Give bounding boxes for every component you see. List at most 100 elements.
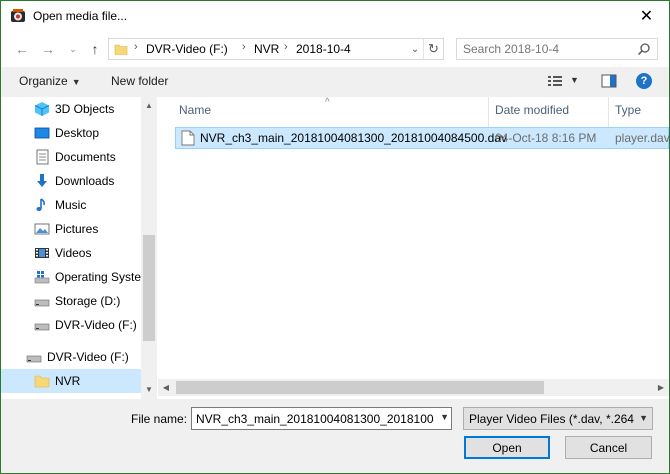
sidebar-item-dvr-video-f-root[interactable]: DVR-Video (F:) — [1, 345, 141, 369]
file-date-modified: 04-Oct-18 8:16 PM — [495, 131, 597, 145]
search-icon — [637, 43, 650, 56]
sidebar-item-label: Videos — [55, 246, 92, 260]
drive-icon — [26, 355, 42, 363]
column-divider[interactable] — [608, 97, 609, 127]
dialog-footer: File name: NVR_ch3_main_20181004081300_2… — [1, 399, 669, 473]
breadcrumb-separator-icon: › — [134, 41, 138, 53]
file-icon — [181, 130, 195, 146]
organize-button[interactable]: Organize ▼ — [19, 74, 81, 88]
chevron-down-icon: ⌄ — [410, 43, 420, 55]
window-title: Open media file... — [33, 9, 128, 23]
sidebar-item-operating-system[interactable]: Operating System — [1, 265, 151, 289]
recent-locations-button[interactable]: ⌄ — [64, 39, 82, 59]
sidebar-item-nvr[interactable]: NVR — [1, 369, 141, 393]
address-bar[interactable]: › DVR-Video (F:) › NVR › 2018-10-4 ⌄ ↻ — [108, 38, 444, 60]
sidebar-item-label: DVR-Video (F:) — [55, 318, 137, 332]
file-list-scrollbar[interactable]: ◀ ▶ — [158, 379, 669, 396]
sidebar-item-label: Operating System — [55, 270, 152, 284]
refresh-icon: ↻ — [428, 41, 439, 56]
sidebar-item-music[interactable]: Music — [1, 193, 141, 217]
breadcrumb-separator-icon: › — [242, 41, 246, 53]
desktop-icon — [34, 127, 50, 139]
sort-ascending-icon: ^ — [325, 97, 330, 108]
cancel-button[interactable]: Cancel — [565, 436, 652, 459]
file-type-value: Player Video Files (*.dav, *.264 , *.h26… — [469, 412, 637, 426]
forward-arrow-icon: → — [41, 41, 55, 57]
sidebar-scrollbar[interactable]: ▲ ▼ — [141, 97, 157, 399]
videos-icon — [35, 248, 49, 258]
sidebar-item-documents[interactable]: Documents — [1, 145, 141, 169]
file-name-value: NVR_ch3_main_20181004081300_201810040845… — [196, 412, 434, 426]
up-button[interactable]: ↑ — [86, 39, 104, 59]
refresh-button[interactable]: ↻ — [423, 39, 443, 59]
scroll-up-icon[interactable]: ▲ — [141, 97, 157, 113]
help-icon[interactable]: ? — [636, 73, 652, 89]
file-name-field[interactable]: NVR_ch3_main_20181004081300_201810040845… — [191, 407, 452, 430]
sidebar-item-videos[interactable]: Videos — [1, 241, 141, 265]
file-type: player.dav — [615, 131, 669, 145]
scroll-down-icon[interactable]: ▼ — [141, 381, 157, 397]
chevron-down-icon[interactable]: ▼ — [440, 412, 449, 422]
file-name-label: File name: — [131, 412, 188, 426]
back-arrow-icon: ← — [15, 41, 29, 57]
sidebar-item-pictures[interactable]: Pictures — [1, 217, 141, 241]
column-header-date-modified[interactable]: Date modified — [495, 103, 569, 127]
column-divider[interactable] — [488, 97, 489, 127]
app-icon — [11, 9, 25, 22]
folder-icon — [34, 375, 50, 388]
title-bar: Open media file... ✕ — [1, 1, 669, 31]
breadcrumb-date-folder[interactable]: 2018-10-4 — [296, 42, 351, 56]
sidebar-item-label: DVR-Video (F:) — [47, 350, 129, 364]
up-arrow-icon: ↑ — [91, 41, 99, 57]
search-box[interactable] — [456, 38, 658, 60]
search-input[interactable] — [463, 41, 633, 57]
3d-objects-icon — [34, 102, 50, 116]
column-header-type[interactable]: Type — [615, 103, 641, 127]
file-name: NVR_ch3_main_20181004081300_201810040845… — [200, 131, 507, 145]
navigation-pane: 3D Objects Desktop Documents Downloads M… — [1, 97, 157, 399]
address-dropdown-button[interactable]: ⌄ — [406, 39, 424, 59]
sidebar-item-label: Pictures — [55, 222, 99, 236]
documents-icon — [36, 149, 49, 165]
sidebar-item-storage-d[interactable]: Storage (D:) — [1, 289, 141, 313]
scroll-left-icon[interactable]: ◀ — [158, 379, 174, 396]
file-row[interactable]: NVR_ch3_main_20181004081300_201810040845… — [175, 127, 669, 149]
preview-pane-icon[interactable] — [601, 74, 617, 88]
chevron-down-icon: ▼ — [639, 413, 648, 423]
change-view-icon[interactable] — [547, 74, 563, 88]
command-bar: Organize ▼ New folder ▼ ? — [1, 67, 669, 97]
file-type-select[interactable]: Player Video Files (*.dav, *.264 , *.h26… — [463, 407, 653, 430]
breadcrumb-nvr[interactable]: NVR — [254, 42, 279, 56]
chevron-down-icon: ▼ — [71, 77, 81, 87]
new-folder-button[interactable]: New folder — [111, 74, 168, 88]
view-options-dropdown[interactable]: ▼ — [570, 75, 579, 85]
forward-button[interactable]: → — [39, 39, 57, 59]
sidebar-item-label: Desktop — [55, 126, 100, 140]
drive-icon — [34, 299, 50, 307]
file-list-scroll-thumb[interactable] — [176, 381, 544, 394]
music-icon — [36, 198, 45, 211]
windows-drive-icon — [34, 271, 50, 284]
sidebar-scroll-thumb[interactable] — [143, 235, 155, 341]
downloads-icon — [37, 174, 47, 187]
sidebar-item-label: Music — [55, 198, 87, 212]
scroll-right-icon[interactable]: ▶ — [653, 379, 669, 396]
column-header-name[interactable]: Name — [179, 103, 211, 127]
chevron-down-icon: ⌄ — [69, 43, 77, 54]
sidebar-item-downloads[interactable]: Downloads — [1, 169, 141, 193]
close-button[interactable]: ✕ — [624, 1, 669, 31]
sidebar-item-label: NVR — [55, 374, 81, 388]
sidebar-item-label: 3D Objects — [55, 102, 115, 116]
sidebar-item-desktop[interactable]: Desktop — [1, 121, 141, 145]
sidebar-item-3d-objects[interactable]: 3D Objects — [1, 97, 141, 121]
back-button[interactable]: ← — [13, 39, 31, 59]
breadcrumb-drive[interactable]: DVR-Video (F:) — [146, 42, 228, 56]
drive-icon — [34, 323, 50, 331]
folder-icon — [114, 44, 128, 55]
sidebar-item-label: Documents — [55, 150, 116, 164]
pictures-icon — [34, 223, 50, 235]
file-list: ^ Name Date modified Type NVR_ch3_main_2… — [158, 97, 669, 399]
breadcrumb-separator-icon: › — [284, 41, 288, 53]
open-button[interactable]: Open — [464, 436, 550, 459]
sidebar-item-dvr-video-f[interactable]: DVR-Video (F:) — [1, 313, 141, 337]
